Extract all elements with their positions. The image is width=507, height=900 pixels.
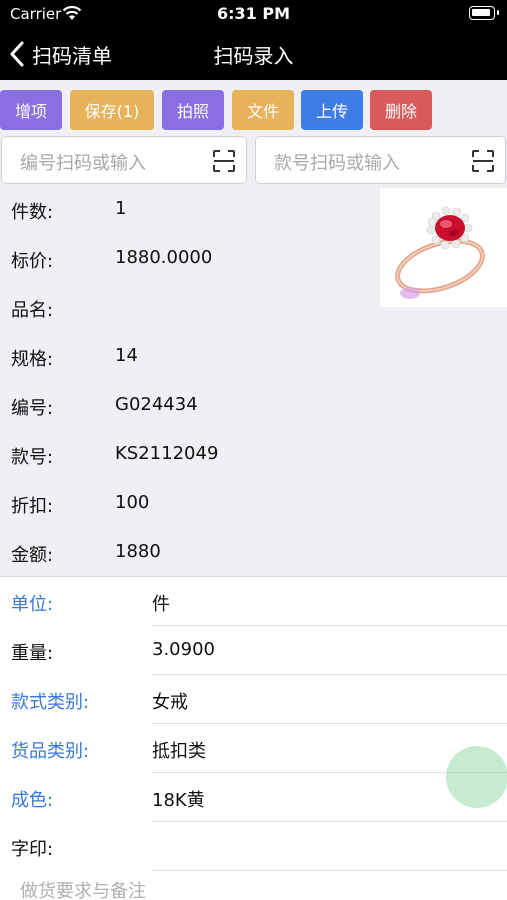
detail-row-purity[interactable]: 成色: 18K黄 xyxy=(0,773,507,822)
info-label: 标价: xyxy=(11,251,54,272)
info-label: 编号: xyxy=(11,398,54,419)
delete-button[interactable]: 删除 xyxy=(370,90,432,130)
status-bar: Carrier 6:31 PM xyxy=(0,0,507,28)
detail-label: 字印: xyxy=(11,839,54,860)
detail-value: 18K黄 xyxy=(152,790,205,811)
info-row-style: 款号: KS2112049 xyxy=(0,433,380,482)
info-value: 1880.0000 xyxy=(115,247,213,268)
info-label: 金额: xyxy=(11,545,54,566)
info-row-amount: 金额: 1880 xyxy=(0,531,380,580)
floating-action-button[interactable] xyxy=(446,746,507,808)
scan-icon[interactable] xyxy=(471,149,495,173)
ring-image xyxy=(380,188,507,307)
info-value: 1 xyxy=(115,198,127,219)
detail-row-weight[interactable]: 重量: 3.0900 xyxy=(0,626,507,675)
style-scan-placeholder: 款号扫码或输入 xyxy=(274,153,400,174)
code-scan-input[interactable]: 编号扫码或输入 xyxy=(1,136,247,184)
detail-value: 抵扣类 xyxy=(152,741,206,762)
detail-value: 女戒 xyxy=(152,692,188,713)
info-row-discount: 折扣: 100 xyxy=(0,482,380,531)
detail-label: 款式类别: xyxy=(11,692,90,713)
detail-row-stamp[interactable]: 字印: xyxy=(0,822,507,871)
remark-input[interactable]: 做货要求与备注 xyxy=(0,871,507,900)
add-item-button[interactable]: 增项 xyxy=(0,90,62,130)
detail-row-unit[interactable]: 单位: 件 xyxy=(0,577,507,626)
info-value: 1880 xyxy=(115,541,161,562)
info-label: 款号: xyxy=(11,447,54,468)
detail-value: 件 xyxy=(152,594,170,615)
info-row-price: 标价: 1880.0000 xyxy=(0,237,380,286)
info-label: 品名: xyxy=(11,300,54,321)
info-value: G024434 xyxy=(115,394,198,415)
page-title: 扫码录入 xyxy=(213,44,294,68)
detail-row-style-category[interactable]: 款式类别: 女戒 xyxy=(0,675,507,724)
info-value: 100 xyxy=(115,492,150,513)
battery-icon xyxy=(469,6,499,20)
info-value: 14 xyxy=(115,345,138,366)
detail-label: 成色: xyxy=(11,790,54,811)
detail-label: 重量: xyxy=(11,643,54,664)
scan-icon[interactable] xyxy=(212,149,236,173)
info-value: KS2112049 xyxy=(115,443,219,464)
info-label: 规格: xyxy=(11,349,54,370)
detail-row-goods-category[interactable]: 货品类别: 抵扣类 xyxy=(0,724,507,773)
detail-label: 单位: xyxy=(11,594,54,615)
item-info-panel: 件数: 1 标价: 1880.0000 品名: 规格: 14 编号: G0244… xyxy=(0,188,507,576)
info-row-name: 品名: xyxy=(0,286,380,335)
code-scan-placeholder: 编号扫码或输入 xyxy=(20,153,146,174)
upload-button[interactable]: 上传 xyxy=(301,90,363,130)
product-photo[interactable] xyxy=(380,188,507,307)
detail-label: 货品类别: xyxy=(11,741,90,762)
nav-bar: 扫码清单 扫码录入 xyxy=(0,28,507,80)
info-label: 件数: xyxy=(11,202,54,223)
info-row-code: 编号: G024434 xyxy=(0,384,380,433)
save-button[interactable]: 保存(1) xyxy=(70,90,154,130)
take-photo-button[interactable]: 拍照 xyxy=(162,90,224,130)
detail-value: 3.0900 xyxy=(152,639,215,660)
remark-placeholder: 做货要求与备注 xyxy=(20,881,146,900)
info-row-size: 规格: 14 xyxy=(0,335,380,384)
info-label: 折扣: xyxy=(11,496,54,517)
scan-row: 编号扫码或输入 款号扫码或输入 xyxy=(0,136,507,188)
item-detail-list: 单位: 件 重量: 3.0900 款式类别: 女戒 货品类别: 抵扣类 成色: … xyxy=(0,576,507,900)
info-row-quantity: 件数: 1 xyxy=(0,188,380,237)
style-scan-input[interactable]: 款号扫码或输入 xyxy=(255,136,506,184)
file-button[interactable]: 文件 xyxy=(232,90,294,130)
clock: 6:31 PM xyxy=(216,4,290,23)
action-toolbar: 增项 保存(1) 拍照 文件 上传 删除 xyxy=(0,80,507,136)
